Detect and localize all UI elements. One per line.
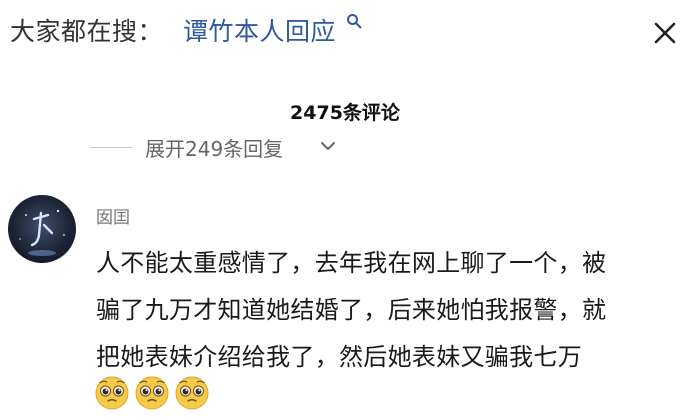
hot-search-bar: 大家都在搜： 谭竹本人回应 [0,0,690,62]
comment-text-line: 把她表妹介绍给我了，然后她表妹又骗我七万 [96,343,582,371]
divider-line [90,147,132,148]
emoji-row [94,375,214,415]
search-icon[interactable] [346,13,362,29]
avatar[interactable] [8,195,76,263]
avatar-art [19,209,65,256]
comment-text-line: 人不能太重感情了，去年我在网上聊了一个，被 [96,249,607,277]
hot-search-query-link[interactable]: 谭竹本人回应 [183,12,336,48]
expand-replies-button[interactable]: 展开249条回复 [90,132,390,162]
pleading-face-icon [135,376,169,410]
pleading-face-icon [95,376,129,410]
comment-text-line: 骗了九万才知道她结婚了，后来她怕我报警，就 [96,296,607,324]
pleading-face-icon [175,376,209,410]
comment-count: 2475条评论 [290,102,400,124]
hot-search-prefix: 大家都在搜： [10,17,164,46]
comment-username[interactable]: 囡囯 [96,203,130,228]
expand-replies-label: 展开249条回复 [145,137,284,161]
close-icon[interactable] [650,18,680,48]
chevron-down-icon [321,142,335,150]
